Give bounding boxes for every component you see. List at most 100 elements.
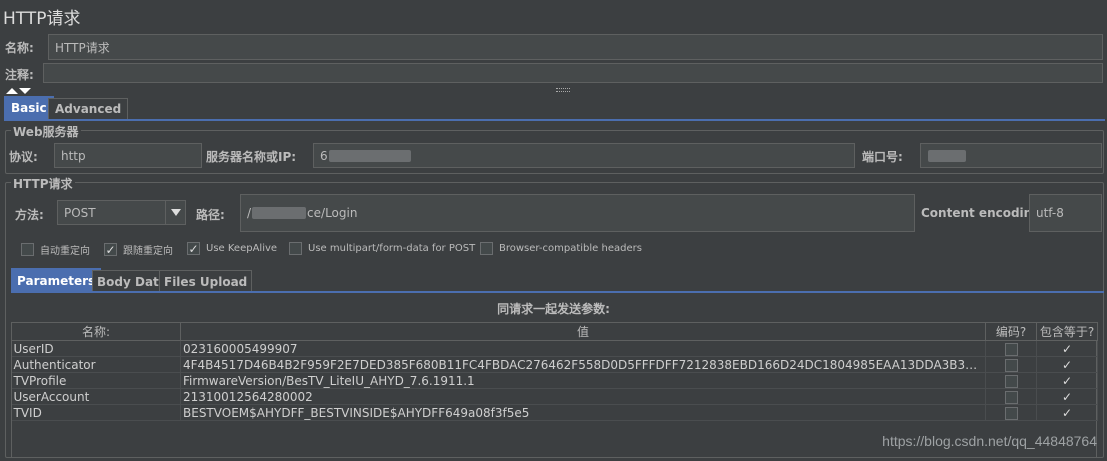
checkmark-icon: ✓ (1061, 358, 1073, 372)
tab-files-upload[interactable]: Files Upload (159, 270, 253, 292)
checkbox-auto-redirect[interactable] (21, 243, 34, 256)
checkbox-encode[interactable] (1004, 406, 1018, 420)
protocol-value: http (61, 148, 86, 163)
comment-input[interactable] (43, 63, 1103, 83)
tab-advanced[interactable]: Advanced (48, 98, 129, 119)
port-label: 端口号: (862, 150, 903, 164)
checkbox-encode[interactable] (1004, 358, 1018, 372)
param-name[interactable]: UserAccount (11, 388, 181, 405)
path-label: 路径: (196, 208, 225, 222)
param-value[interactable]: BESTVOEM$AHYDFF_BESTVINSIDE$AHYDFF649a08… (180, 404, 986, 421)
checkbox-encode[interactable] (1004, 390, 1018, 404)
column-header-name[interactable]: 名称: (11, 322, 181, 341)
checkbox-browser-headers[interactable] (480, 242, 493, 255)
checkbox-follow-redirects[interactable]: ✓ (104, 243, 117, 256)
option-label: 自动重定向 (40, 246, 90, 257)
table-row[interactable]: Authenticator 4F4B4517D46B4B2F959F2E7DED… (11, 356, 1098, 373)
option-auto-redirect[interactable]: 自动重定向 (21, 242, 90, 257)
param-value[interactable]: 023160005499907 (180, 340, 986, 357)
checkbox-encode[interactable] (1004, 374, 1018, 388)
checkbox-include-equals[interactable]: ✓ (1061, 407, 1074, 420)
protocol-label: 协议: (9, 150, 38, 164)
chevron-down-icon[interactable] (165, 201, 185, 224)
column-header-include-equals[interactable]: 包含等于? (1036, 322, 1098, 341)
protocol-input[interactable]: http (54, 143, 202, 168)
comment-label: 注释: (5, 68, 34, 82)
http-request-title: HTTP请求 (11, 175, 75, 192)
option-label: Browser-compatible headers (499, 243, 642, 254)
table-row[interactable]: UserAccount 21310012564280002 ✓ (11, 388, 1098, 405)
method-value: POST (64, 205, 96, 220)
arrow-up-down-icon (6, 88, 31, 94)
encode-cell[interactable] (985, 372, 1037, 389)
checkbox-multipart[interactable] (289, 242, 302, 255)
tab-parameters[interactable]: Parameters (11, 268, 102, 292)
column-header-encode[interactable]: 编码? (985, 322, 1037, 341)
redacted-mask (328, 149, 411, 162)
param-value[interactable]: 4F4B4517D46B4B2F959F2E7DED385F680B11FC4F… (180, 356, 986, 373)
include-equals-cell[interactable]: ✓ (1036, 388, 1098, 405)
option-label: Use multipart/form-data for POST (308, 243, 476, 254)
option-keepalive[interactable]: ✓ Use KeepAlive (187, 242, 277, 255)
redacted-mask (252, 207, 307, 219)
name-input[interactable]: HTTP请求 (48, 34, 1103, 60)
param-name[interactable]: TVProfile (11, 372, 181, 389)
port-input[interactable] (920, 143, 1102, 168)
params-table[interactable]: 名称: 值 编码? 包含等于? UserID 023160005499907 ✓… (11, 322, 1098, 421)
checkbox-keepalive[interactable]: ✓ (187, 242, 200, 255)
path-prefix: / (247, 206, 252, 220)
param-name[interactable]: TVID (11, 404, 181, 421)
checkbox-include-equals[interactable]: ✓ (1061, 343, 1074, 356)
option-multipart[interactable]: Use multipart/form-data for POST (289, 242, 475, 255)
server-input[interactable]: 6 (313, 143, 855, 168)
encode-cell[interactable] (985, 404, 1037, 421)
table-row[interactable]: TVProfile FirmwareVersion/BesTV_LiteIU_A… (11, 372, 1098, 389)
name-label: 名称: (5, 41, 34, 55)
checkmark-icon: ✓ (105, 242, 116, 257)
table-row[interactable]: TVID BESTVOEM$AHYDFF_BESTVINSIDE$AHYDFF6… (11, 404, 1098, 421)
method-select[interactable]: POST (57, 200, 186, 225)
method-label: 方法: (15, 208, 44, 222)
encode-cell[interactable] (985, 356, 1037, 373)
path-input[interactable]: / ce/Login (240, 194, 915, 232)
option-browser-headers[interactable]: Browser-compatible headers (480, 242, 642, 255)
splitter-grip-icon[interactable] (556, 88, 570, 92)
checkmark-icon: ✓ (1061, 390, 1073, 404)
include-equals-cell[interactable]: ✓ (1036, 404, 1098, 421)
collapse-toggle[interactable] (6, 84, 32, 94)
checkmark-icon: ✓ (1061, 406, 1073, 420)
param-value[interactable]: 21310012564280002 (180, 388, 986, 405)
checkmark-icon: ✓ (1061, 342, 1073, 356)
server-label: 服务器名称或IP: (206, 150, 297, 164)
tab-underline (4, 119, 1105, 121)
option-label: 跟随重定向 (123, 246, 173, 257)
include-equals-cell[interactable]: ✓ (1036, 372, 1098, 389)
encode-cell[interactable] (985, 340, 1037, 357)
checkbox-include-equals[interactable]: ✓ (1061, 375, 1074, 388)
watermark: https://blog.csdn.net/qq_44848764 (882, 433, 1097, 449)
include-equals-cell[interactable]: ✓ (1036, 356, 1098, 373)
encoding-input[interactable]: utf-8 (1029, 194, 1102, 232)
path-suffix: ce/Login (307, 206, 358, 220)
option-follow-redirects[interactable]: ✓ 跟随重定向 (104, 242, 173, 257)
encoding-value: utf-8 (1036, 206, 1064, 220)
column-header-value[interactable]: 值 (180, 322, 986, 341)
param-name[interactable]: Authenticator (11, 356, 181, 373)
option-label: Use KeepAlive (206, 243, 278, 254)
param-value[interactable]: FirmwareVersion/BesTV_LiteIU_AHYD_7.6.19… (180, 372, 986, 389)
checkbox-include-equals[interactable]: ✓ (1061, 391, 1074, 404)
table-row[interactable]: UserID 023160005499907 ✓ (11, 340, 1098, 357)
subtab-underline (11, 291, 1104, 293)
params-title: 同请求一起发送参数: (497, 302, 610, 316)
redacted-mask (928, 149, 966, 162)
server-value: 6 (320, 148, 328, 163)
encoding-label: Content encoding: (921, 206, 1046, 220)
checkmark-icon: ✓ (188, 241, 199, 256)
include-equals-cell[interactable]: ✓ (1036, 340, 1098, 357)
param-name[interactable]: UserID (11, 340, 181, 357)
encode-cell[interactable] (985, 388, 1037, 405)
checkmark-icon: ✓ (1061, 374, 1073, 388)
checkbox-encode[interactable] (1004, 342, 1018, 356)
checkbox-include-equals[interactable]: ✓ (1061, 359, 1074, 372)
tab-basic[interactable]: Basic (4, 96, 54, 119)
